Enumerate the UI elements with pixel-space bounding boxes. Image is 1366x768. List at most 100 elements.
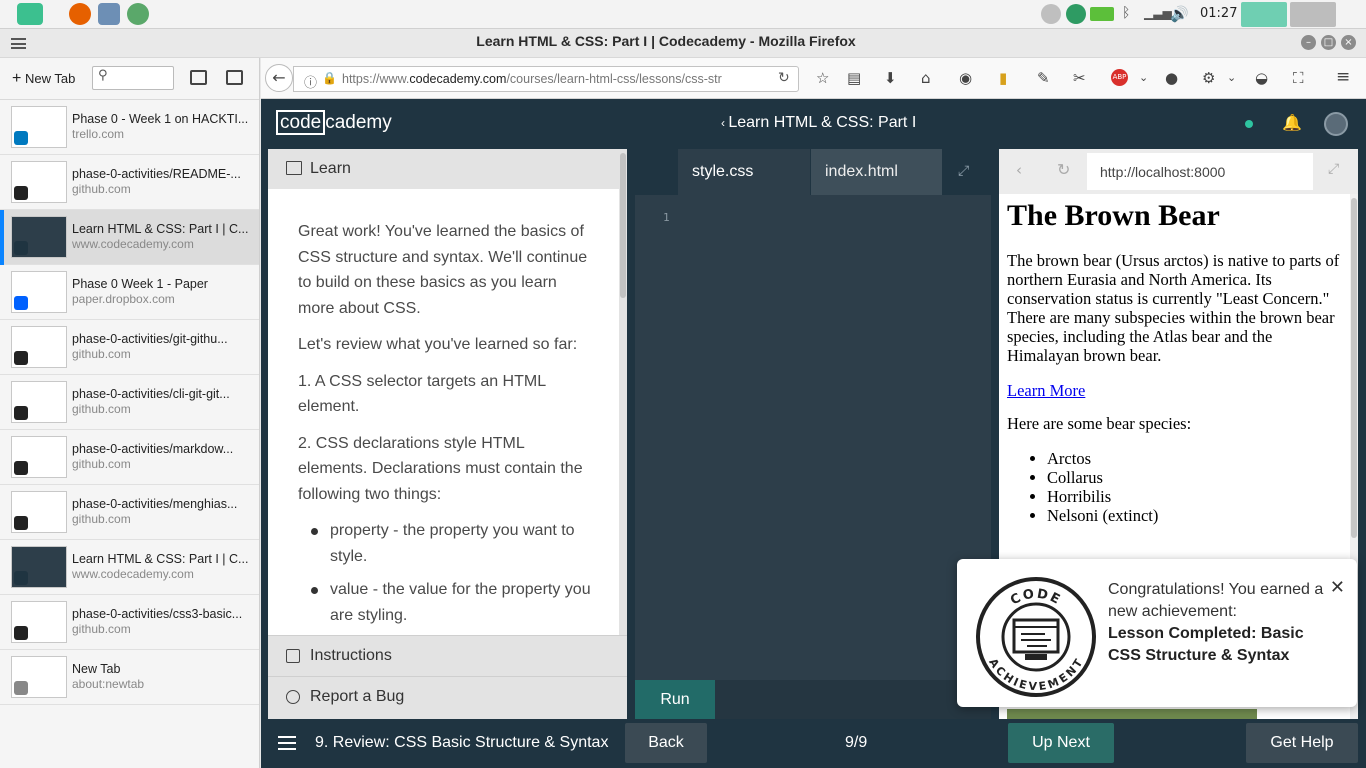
learn-header[interactable]: Learn — [268, 149, 619, 189]
instructions-button[interactable]: Instructions — [268, 635, 627, 676]
bell-icon[interactable]: 🔔 — [1282, 113, 1302, 132]
close-icon[interactable]: × — [1341, 35, 1356, 50]
codecademy-logo[interactable]: code cademy — [276, 110, 392, 135]
lesson-name[interactable]: 9. Review: CSS Basic Structure & Syntax — [315, 734, 608, 752]
learn-scrollbar[interactable] — [619, 149, 627, 635]
course-title-link[interactable]: ‹ Learn HTML & CSS: Part I — [721, 114, 916, 132]
url-domain: codecademy.com — [409, 72, 507, 86]
preview-back-icon[interactable]: ‹ — [1016, 161, 1022, 179]
reading-list-icon[interactable]: ▤ — [847, 69, 861, 87]
sidebar-tab-item[interactable]: phase-0-activities/cli-git-git... github.… — [0, 375, 259, 430]
menu-icon[interactable]: ≡ — [1336, 67, 1350, 87]
preview-url-field[interactable]: http://localhost:8000 — [1087, 153, 1313, 190]
clock[interactable]: 01:27 — [1200, 6, 1237, 21]
reload-icon[interactable]: ↻ — [778, 70, 790, 86]
sidebar-tab-item[interactable]: phase-0-activities/menghias... github.com — [0, 485, 259, 540]
battery-icon[interactable] — [1090, 7, 1114, 21]
run-button[interactable]: Run — [635, 680, 715, 719]
code-editor[interactable]: style.css index.html ⤢ 1 Run — [635, 149, 991, 719]
new-tab-button[interactable]: + New Tab — [12, 70, 75, 88]
preview-expand-icon[interactable]: ⤢ — [1328, 161, 1339, 177]
expand-icon[interactable]: ⤢ — [958, 163, 969, 179]
sidebar-tab-item[interactable]: New Tab about:newtab — [0, 650, 259, 705]
sidebar-tab-item[interactable]: phase-0-activities/css3-basic... github.c… — [0, 595, 259, 650]
up-next-button[interactable]: Up Next — [1008, 723, 1114, 763]
volume-icon[interactable]: 🔊 — [1170, 5, 1190, 23]
tab-search-input[interactable]: ⚲ — [92, 66, 174, 90]
window-launcher-icon[interactable] — [98, 3, 120, 25]
blank-window-icon[interactable] — [1290, 2, 1336, 27]
report-bug-button[interactable]: Report a Bug — [268, 676, 627, 719]
tab-url: github.com — [72, 512, 131, 526]
sidebar-tab-item[interactable]: Learn HTML & CSS: Part I | C... www.codec… — [0, 210, 259, 265]
favicon-icon — [14, 351, 28, 365]
sidebar-collapse-icon[interactable] — [226, 70, 243, 85]
firefox-window-icon[interactable] — [1241, 2, 1287, 27]
tab-url: github.com — [72, 622, 131, 636]
sidebar-tab-item[interactable]: Phase 0 - Week 1 on HACKTI... trello.com — [0, 100, 259, 155]
maximize-icon[interactable]: □ — [1321, 35, 1336, 50]
info-icon[interactable]: ⓘ — [304, 72, 317, 91]
get-help-button[interactable]: Get Help — [1246, 723, 1358, 763]
bluetooth-icon[interactable]: ᛒ — [1122, 5, 1134, 23]
tab-style-css[interactable]: style.css — [678, 149, 810, 195]
tab-title: Learn HTML & CSS: Part I | C... — [72, 222, 249, 236]
firefox-launcher-icon[interactable] — [69, 3, 91, 25]
sidebar-tab-item[interactable]: phase-0-activities/README-... github.com — [0, 155, 259, 210]
download-icon[interactable]: ⬇ — [884, 69, 897, 87]
url-bar[interactable]: ⓘ 🔒 https://www.codecademy.com/courses/l… — [293, 66, 799, 92]
species-item: Arctos — [1047, 449, 1343, 468]
dev-extension-icon[interactable]: ⚙ — [1202, 69, 1215, 87]
back-arrow-icon[interactable]: ← — [265, 64, 293, 92]
tab-thumbnail — [11, 216, 67, 258]
sidebar-tab-item[interactable]: Learn HTML & CSS: Part I | C... www.codec… — [0, 540, 259, 595]
home-icon[interactable]: ⌂ — [921, 69, 931, 87]
chevron-down-icon[interactable]: ⌄ — [1139, 71, 1148, 84]
pen-icon[interactable]: ✎ — [1037, 69, 1050, 87]
extension-icon[interactable]: ▮ — [999, 69, 1007, 87]
favicon-icon — [14, 516, 28, 530]
adblock-icon[interactable]: ABP — [1111, 69, 1128, 86]
minimize-icon[interactable]: – — [1301, 35, 1316, 50]
scrollbar-thumb[interactable] — [620, 153, 626, 298]
favicon-icon — [14, 681, 28, 695]
preview-toolbar: ‹ ↻ http://localhost:8000 ⤢ — [999, 149, 1358, 194]
tab-title: New Tab — [72, 662, 121, 676]
incognito-icon[interactable]: ◒ — [1255, 69, 1268, 87]
tab-layout-icon[interactable] — [190, 70, 207, 85]
signal-icon[interactable]: ▁▃▅ — [1144, 6, 1172, 22]
tab-thumbnail — [11, 601, 67, 643]
chevron-down-icon[interactable]: ⌄ — [1227, 71, 1236, 84]
sidebar-tab-item[interactable]: phase-0-activities/git-githu... github.co… — [0, 320, 259, 375]
tab-url: about:newtab — [72, 677, 145, 691]
app-menu-icon[interactable] — [17, 3, 43, 25]
pocket-icon[interactable]: ◉ — [959, 69, 972, 87]
lock-icon[interactable]: 🔒 — [322, 71, 337, 85]
svg-text:ACHIEVEMENT: ACHIEVEMENT — [986, 656, 1086, 693]
color-picker-icon[interactable]: ● — [1165, 69, 1178, 87]
preview-reload-icon[interactable]: ↻ — [1057, 160, 1070, 179]
atom-launcher-icon[interactable] — [127, 3, 149, 25]
tab-index-html[interactable]: index.html — [811, 149, 942, 195]
back-button[interactable]: Back — [625, 723, 707, 763]
sidebar-tab-item[interactable]: phase-0-activities/markdow... github.com — [0, 430, 259, 485]
learn-more-link[interactable]: Learn More — [1007, 381, 1085, 400]
url-text[interactable]: https://www.codecademy.com/courses/learn… — [342, 72, 722, 86]
bookmark-star-icon[interactable]: ☆ — [816, 69, 829, 87]
species-item: Nelsoni (extinct) — [1047, 506, 1343, 525]
close-icon[interactable]: ✕ — [1330, 577, 1345, 598]
settings-tray-icon[interactable] — [1041, 4, 1061, 24]
lesson-menu-icon[interactable] — [278, 736, 296, 750]
screenshot-icon[interactable]: ⛶ — [1293, 69, 1304, 87]
favicon-icon — [14, 296, 28, 310]
sidebar-tab-item[interactable]: Phase 0 Week 1 - Paper paper.dropbox.com — [0, 265, 259, 320]
instructions-label: Instructions — [310, 647, 392, 664]
status-dot-icon — [1245, 120, 1253, 128]
scissors-icon[interactable]: ✂ — [1073, 69, 1086, 87]
badge-bottom-text: ACHIEVEMENT — [986, 656, 1085, 693]
scrollbar-thumb[interactable] — [1351, 198, 1357, 538]
line-number: 1 — [663, 211, 670, 224]
shield-tray-icon[interactable] — [1066, 4, 1086, 24]
avatar[interactable] — [1324, 112, 1348, 136]
achievement-name: Lesson Completed: Basic CSS Structure & … — [1108, 625, 1304, 664]
